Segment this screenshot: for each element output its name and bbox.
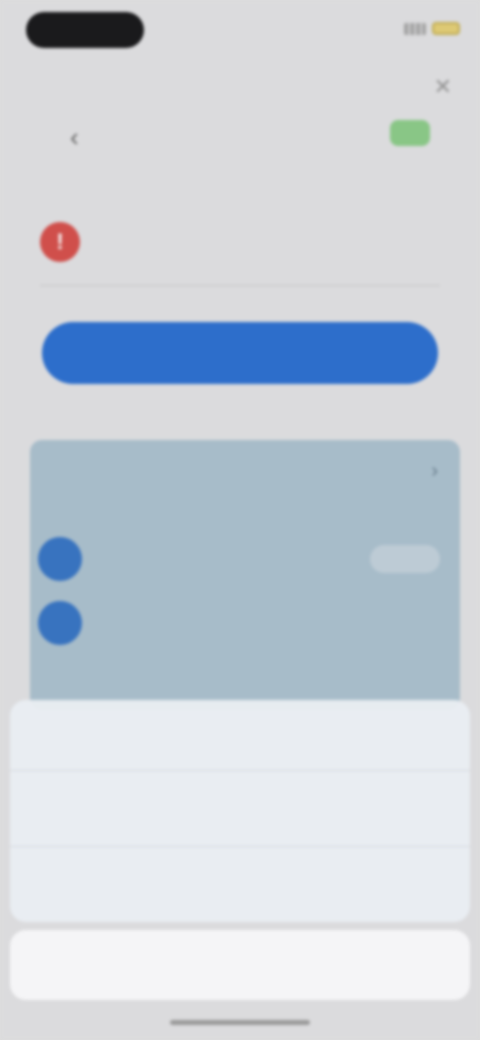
cancel-button[interactable] bbox=[10, 930, 470, 1000]
divider bbox=[10, 770, 470, 771]
action-sheet bbox=[10, 700, 470, 922]
home-indicator[interactable] bbox=[170, 1020, 310, 1025]
action-sheet-option-1[interactable] bbox=[10, 776, 470, 846]
action-sheet-option-2[interactable] bbox=[10, 846, 470, 916]
app-screen: ✕ ‹ ! › bbox=[0, 0, 480, 1040]
